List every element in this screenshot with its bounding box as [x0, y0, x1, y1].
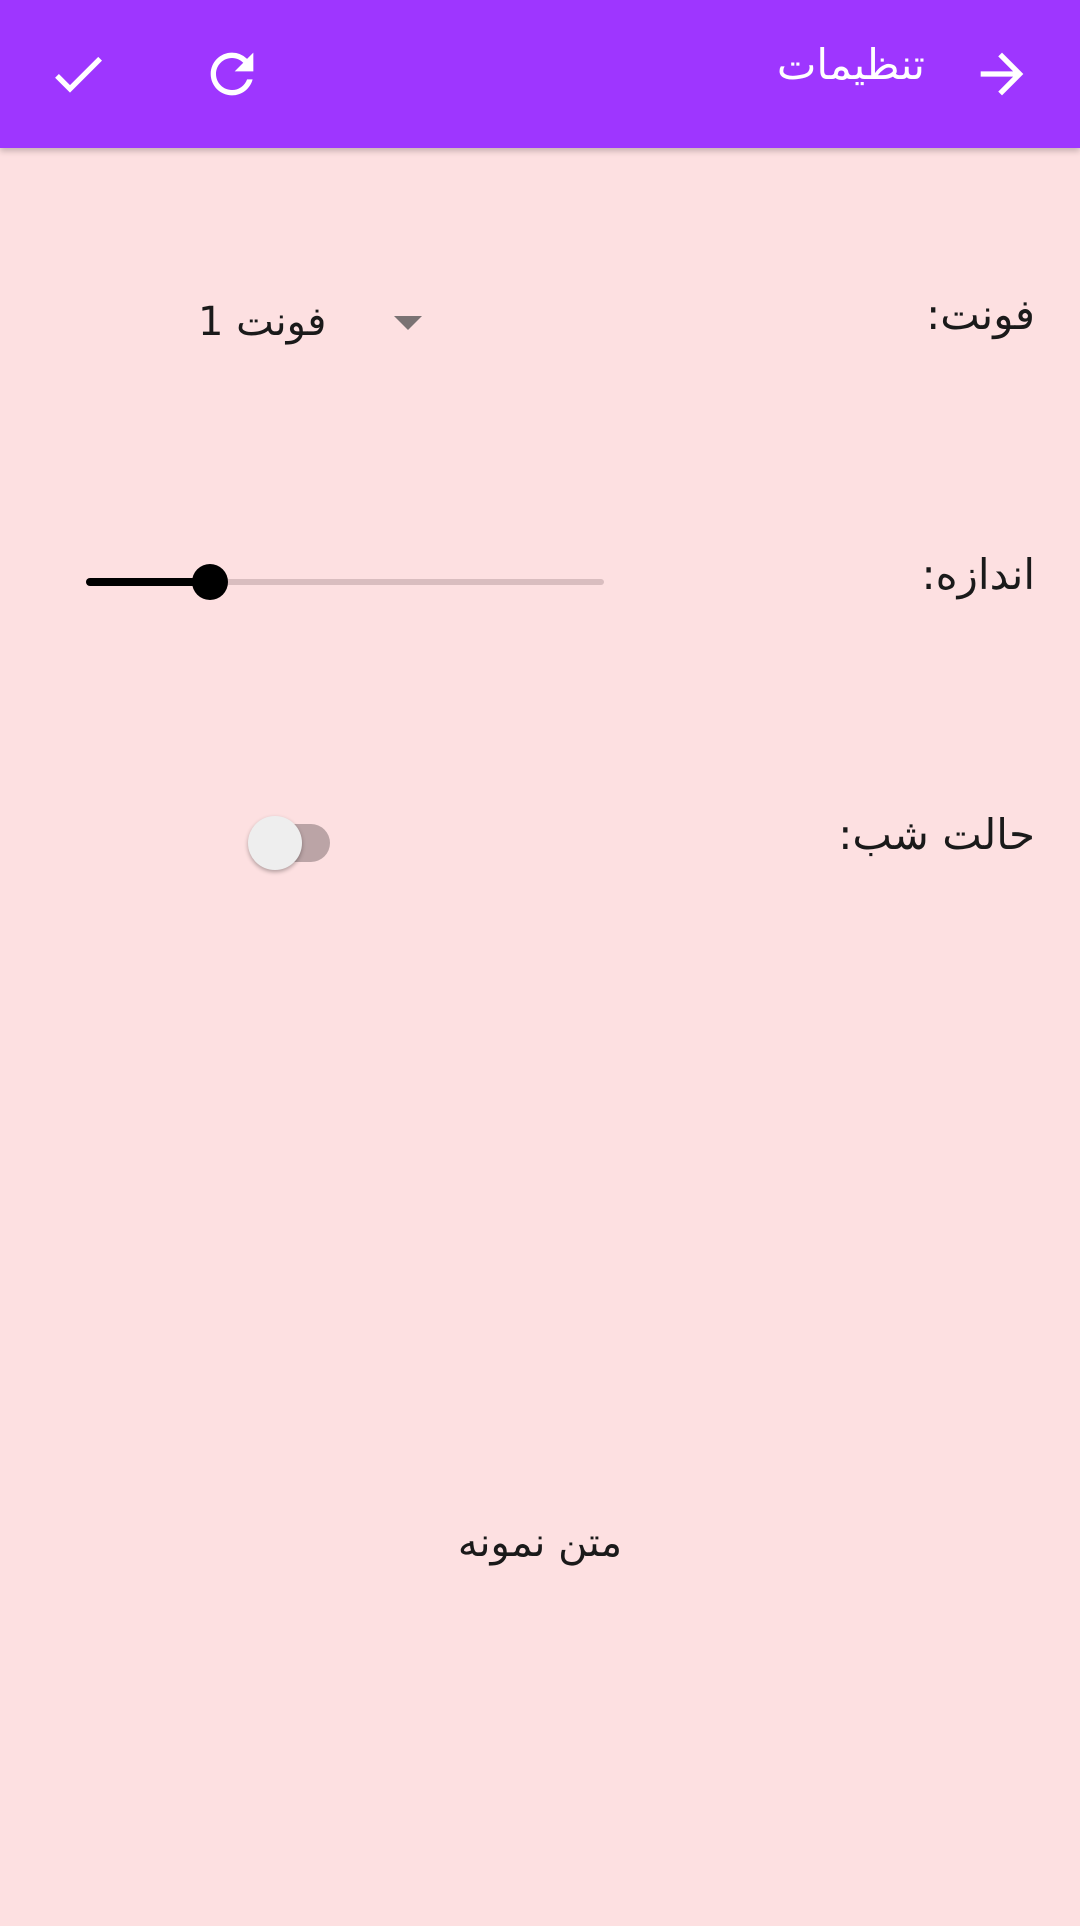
- reset-button[interactable]: [192, 34, 272, 114]
- confirm-button[interactable]: [38, 34, 118, 114]
- dropdown-arrow-icon: [394, 316, 422, 330]
- top-app-bar: تنظیمات: [0, 0, 1080, 148]
- page-title: تنظیمات: [776, 40, 925, 89]
- font-dropdown[interactable]: فونت 1: [180, 282, 440, 362]
- night-mode-label: حالت شب:: [838, 810, 1035, 859]
- night-mode-switch[interactable]: [246, 812, 338, 874]
- font-label: فونت:: [926, 290, 1035, 339]
- sample-text-preview: متن نمونه: [457, 1520, 623, 1566]
- arrow-forward-icon: [980, 52, 1024, 96]
- size-slider[interactable]: [70, 560, 604, 604]
- font-dropdown-value: فونت 1: [198, 299, 327, 345]
- refresh-icon: [210, 52, 254, 96]
- switch-thumb: [248, 816, 302, 870]
- slider-thumb[interactable]: [192, 564, 229, 600]
- size-label: اندازه:: [921, 550, 1035, 599]
- check-icon: [55, 56, 102, 93]
- back-button[interactable]: [962, 34, 1042, 114]
